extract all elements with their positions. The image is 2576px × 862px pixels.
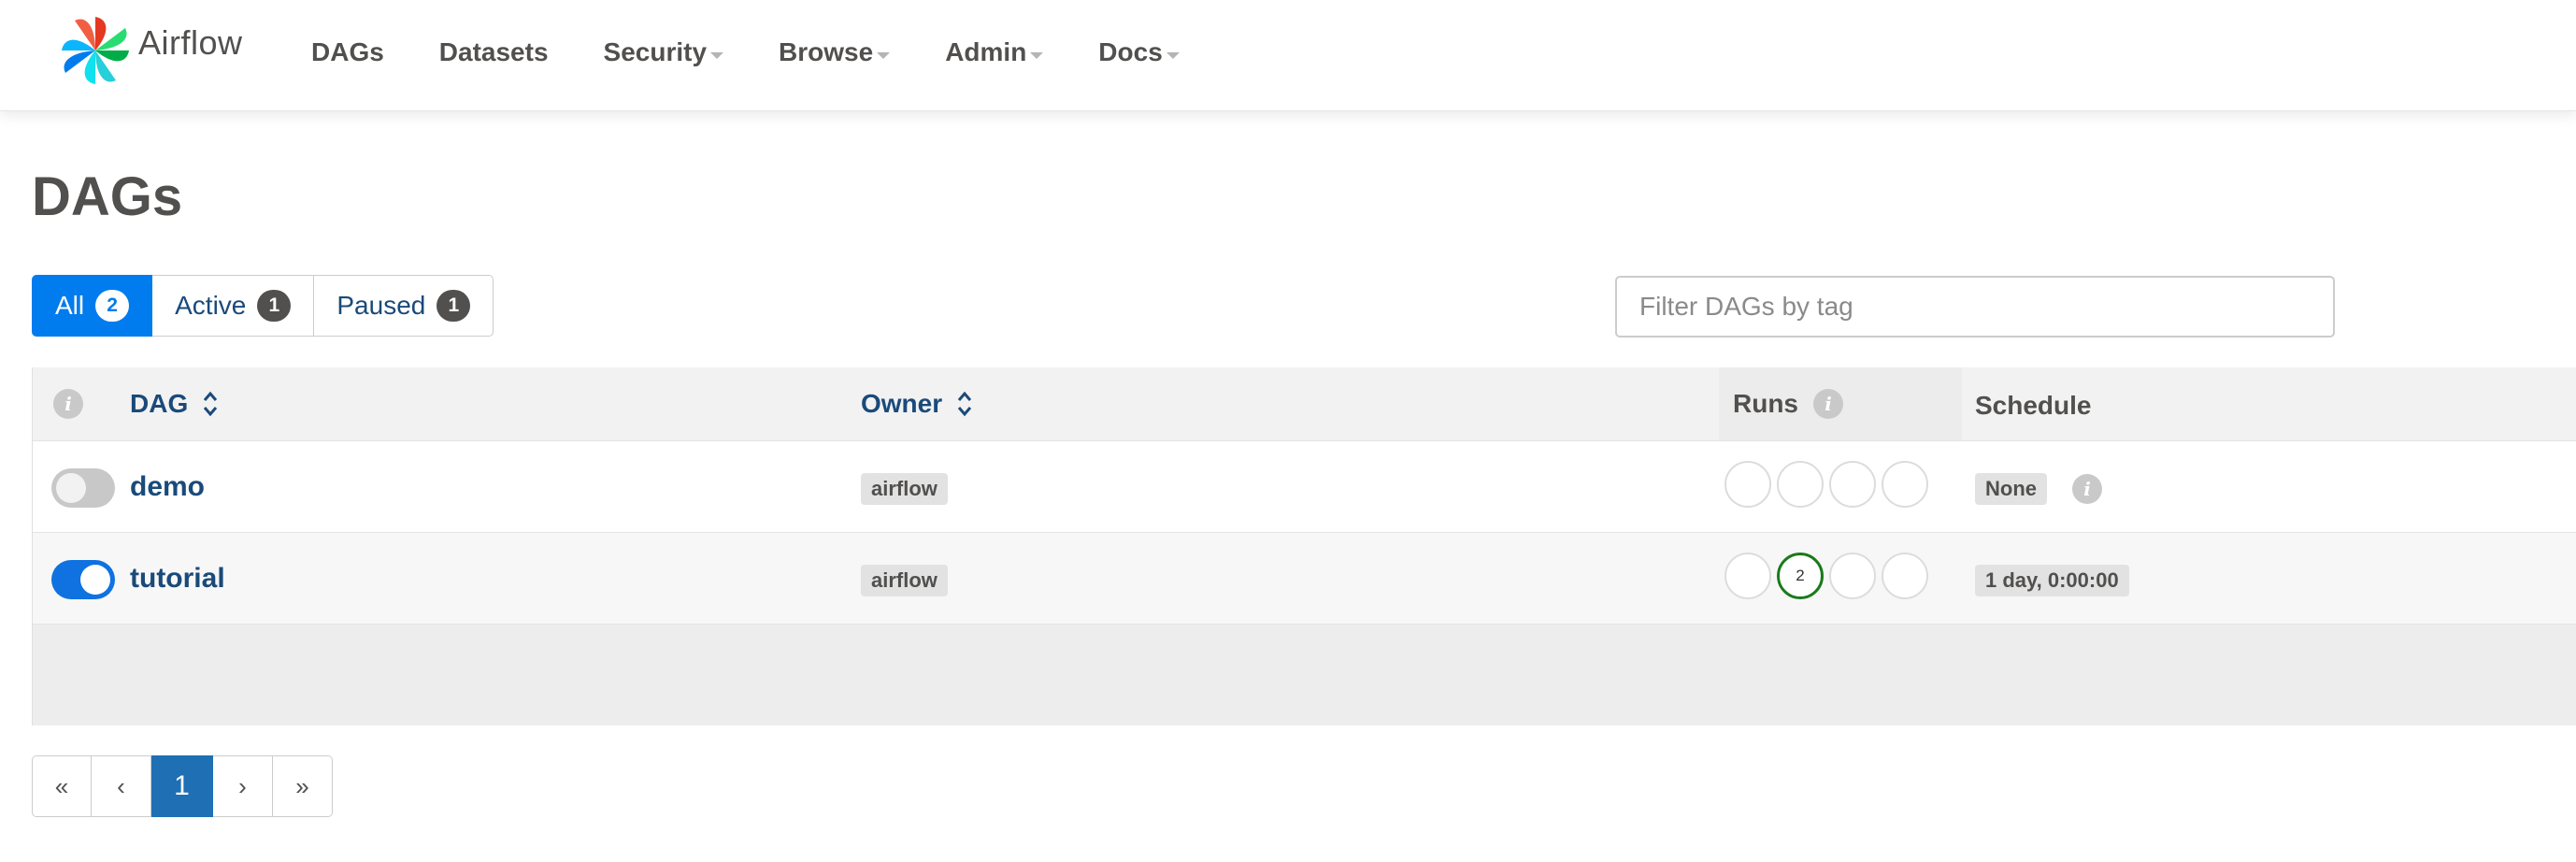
sort-icon	[204, 391, 218, 417]
run-state-circle[interactable]	[1829, 553, 1876, 599]
page-title: DAGs	[32, 166, 183, 227]
info-icon[interactable]: i	[1813, 389, 1843, 419]
current-page-button[interactable]: 1	[151, 755, 213, 817]
filter-active-label: Active	[175, 291, 247, 320]
dag-pause-toggle[interactable]	[51, 468, 115, 508]
schedule-label[interactable]: 1 day, 0:00:00	[1975, 565, 2129, 596]
owner-label[interactable]: airflow	[861, 473, 948, 505]
nav-docs-dropdown[interactable]: Docs	[1098, 37, 1180, 67]
header-owner-sortable[interactable]: Owner	[861, 367, 974, 440]
nav-dags-label: DAGs	[311, 37, 384, 66]
nav-security-label: Security	[603, 37, 708, 66]
info-icon[interactable]: i	[53, 389, 83, 419]
main-nav: DAGs Datasets Security Browse Admin Docs	[311, 0, 1235, 105]
caret-down-icon	[710, 51, 724, 59]
tag-filter-input[interactable]	[1615, 276, 2335, 338]
filter-all-label: All	[55, 291, 85, 320]
header-owner-label: Owner	[861, 389, 943, 418]
run-state-circle[interactable]	[1724, 553, 1771, 599]
header-runs: Runs i	[1733, 367, 1843, 440]
dag-status-filter-group: All 2 Active 1 Paused 1	[32, 275, 494, 338]
filter-paused-count-badge: 1	[436, 290, 471, 322]
header-schedule: Schedule	[1975, 369, 2091, 442]
header-dag-sortable[interactable]: DAG	[130, 367, 220, 440]
filter-active-count-badge: 1	[257, 290, 292, 322]
run-state-circle[interactable]	[1777, 461, 1824, 508]
nav-datasets-label: Datasets	[438, 37, 549, 66]
pagination: « ‹ 1 › »	[32, 755, 333, 817]
schedule-label[interactable]: None	[1975, 473, 2047, 505]
dag-runs-status	[1724, 461, 1934, 508]
caret-down-icon	[1166, 51, 1180, 59]
dag-id-link[interactable]: tutorial	[130, 533, 225, 625]
next-page-button[interactable]: ›	[213, 755, 273, 817]
first-page-button[interactable]: «	[32, 755, 92, 817]
airflow-pinwheel-logo	[62, 17, 129, 84]
nav-docs-label: Docs	[1098, 37, 1163, 66]
filter-paused-button[interactable]: Paused 1	[314, 275, 494, 337]
caret-down-icon	[1030, 51, 1044, 59]
caret-down-icon	[877, 51, 891, 59]
nav-security-dropdown[interactable]: Security	[604, 37, 724, 67]
run-state-circle[interactable]	[1724, 461, 1771, 508]
nav-admin-dropdown[interactable]: Admin	[945, 37, 1044, 67]
dags-table: i DAG Owner Runs i Schedule demo airflow…	[32, 367, 2576, 726]
table-row: demo airflow None i	[33, 441, 2576, 533]
filter-all-count-badge: 2	[95, 290, 130, 322]
nav-browse-label: Browse	[779, 37, 874, 66]
dag-id-link[interactable]: demo	[130, 441, 205, 533]
filter-paused-label: Paused	[336, 291, 426, 320]
airflow-logo-link[interactable]: Airflow	[58, 13, 243, 88]
nav-dags[interactable]: DAGs	[311, 37, 384, 67]
run-state-circle[interactable]	[1882, 553, 1928, 599]
filter-all-button[interactable]: All 2	[32, 275, 153, 337]
dag-runs-status: 2	[1724, 553, 1934, 599]
last-page-button[interactable]: »	[273, 755, 333, 817]
owner-label[interactable]: airflow	[861, 565, 948, 596]
filter-active-button[interactable]: Active 1	[152, 275, 315, 337]
brand-name: Airflow	[138, 23, 243, 62]
info-icon[interactable]: i	[2072, 474, 2102, 504]
dag-pause-toggle[interactable]	[51, 560, 115, 599]
header-schedule-label: Schedule	[1975, 391, 2092, 420]
header-runs-label: Runs	[1733, 389, 1798, 418]
sort-icon	[958, 391, 972, 417]
run-state-success-circle[interactable]: 2	[1777, 553, 1824, 599]
top-navbar: Airflow DAGs Datasets Security Browse Ad…	[0, 0, 2576, 111]
table-row: tutorial airflow 2 1 day, 0:00:00	[33, 533, 2576, 625]
run-state-circle[interactable]	[1882, 461, 1928, 508]
header-dag-label: DAG	[130, 389, 189, 418]
toggle-knob	[80, 565, 110, 595]
nav-datasets[interactable]: Datasets	[439, 37, 549, 67]
run-state-circle[interactable]	[1829, 461, 1876, 508]
nav-admin-label: Admin	[945, 37, 1027, 66]
nav-browse-dropdown[interactable]: Browse	[779, 37, 891, 67]
toggle-knob	[56, 473, 86, 503]
previous-page-button[interactable]: ‹	[92, 755, 151, 817]
header-info-cell: i	[53, 367, 83, 440]
table-header: i DAG Owner Runs i Schedule	[33, 367, 2576, 441]
